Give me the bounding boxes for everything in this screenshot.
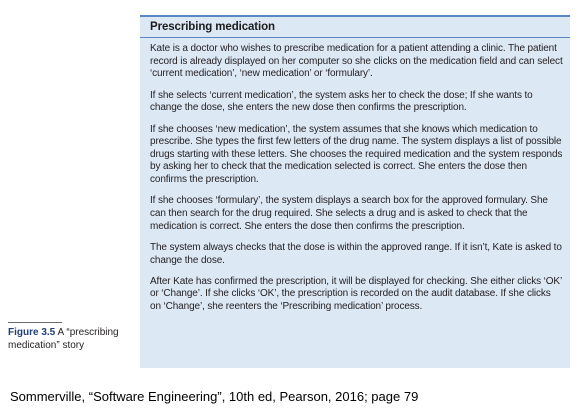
story-paragraph: If she chooses ‘formulary’, the system d…: [150, 195, 548, 232]
story-body: Kate is a doctor who wishes to prescribe…: [140, 38, 570, 314]
story-title: Prescribing medication: [150, 21, 275, 33]
story-header: Prescribing medication: [140, 15, 570, 38]
figure-label: Figure 3.5: [8, 327, 56, 338]
source-citation: Sommerville, “Software Engineering”, 10t…: [10, 389, 419, 404]
story-paragraph: Kate is a doctor who wishes to prescribe…: [150, 43, 563, 80]
figure-caption: Figure 3.5 A “prescribing medication” st…: [8, 327, 138, 352]
story-paragraph: After Kate has confirmed the prescriptio…: [150, 275, 562, 313]
story-paragraph: If she selects ‘current medication’, the…: [150, 89, 533, 114]
story-box: Prescribing medication Kate is a doctor …: [140, 15, 570, 368]
story-paragraph: The system always checks that the dose i…: [150, 241, 562, 266]
story-paragraph: If she chooses ‘new medication’, the sys…: [150, 123, 563, 185]
figure-divider: [8, 322, 62, 323]
